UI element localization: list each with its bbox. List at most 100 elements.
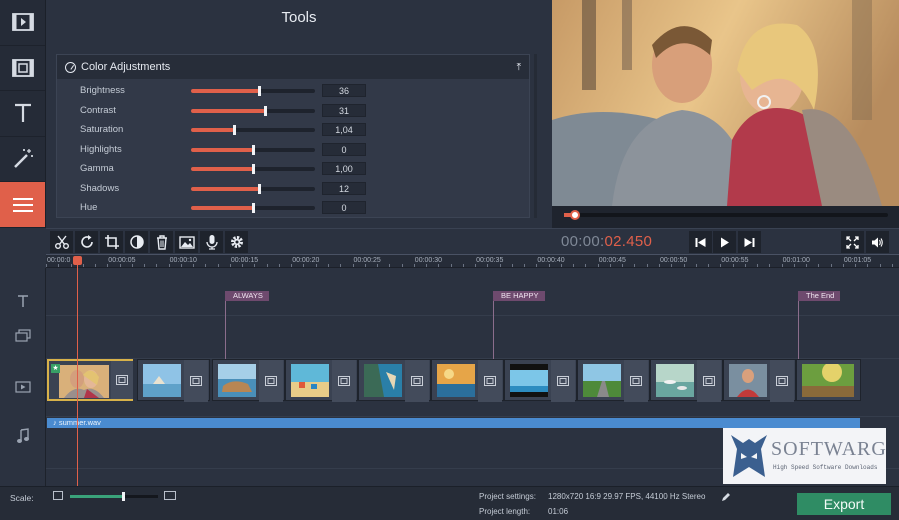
- scale-handle[interactable]: [121, 492, 125, 501]
- menu-icon: [12, 197, 33, 212]
- next-button[interactable]: [738, 231, 761, 253]
- fullscreen-icon: [846, 235, 859, 249]
- adjustment-row: Hue 0: [57, 198, 529, 218]
- image-icon: [178, 236, 195, 249]
- color-adjust-button[interactable]: [125, 231, 148, 253]
- adjustment-label: Saturation: [80, 124, 124, 136]
- slider-handle[interactable]: [252, 203, 255, 213]
- slider-handle[interactable]: [252, 164, 255, 174]
- video-clip-7[interactable]: [504, 359, 577, 402]
- adjustment-value-field[interactable]: 1,04: [322, 123, 366, 136]
- left-toolbar: [0, 0, 46, 228]
- track-labels: [0, 268, 46, 486]
- video-clip-1[interactable]: ★: [47, 359, 133, 401]
- video-clip-6[interactable]: [431, 359, 504, 402]
- fullscreen-button[interactable]: [841, 231, 864, 253]
- player-controls: 00:00:02.450: [552, 228, 899, 254]
- video-clip-11[interactable]: [796, 359, 861, 401]
- slider-handle[interactable]: [233, 125, 237, 135]
- adjustment-value-field[interactable]: 1,00: [322, 162, 366, 175]
- adjustment-value-field[interactable]: 0: [322, 201, 366, 214]
- adjustment-slider[interactable]: [191, 86, 315, 96]
- volume-button[interactable]: [866, 231, 889, 253]
- tools-scrollbar[interactable]: [534, 54, 537, 218]
- export-button[interactable]: Export: [797, 493, 891, 515]
- video-clip-2[interactable]: [137, 359, 210, 402]
- cut-button[interactable]: [50, 231, 73, 253]
- ruler-tick-label: 00:00:0: [47, 257, 71, 264]
- slider-handle[interactable]: [252, 144, 255, 155]
- title-marker-the-end[interactable]: The End: [798, 291, 841, 301]
- filters-button[interactable]: [0, 137, 45, 183]
- scissors-icon: [54, 235, 69, 249]
- tools-panel: Tools Color Adjustments ⤒ Brightness 36 Co…: [46, 0, 552, 228]
- scale-slider[interactable]: [70, 492, 158, 501]
- transition-icon: [265, 376, 277, 386]
- adjustment-slider[interactable]: [191, 203, 315, 213]
- ruler-tick-label: 00:01:00: [782, 257, 810, 264]
- project-length-value: 01:06: [548, 507, 569, 516]
- ruler-tick-label: 00:00:35: [476, 257, 504, 264]
- record-voice-button[interactable]: [200, 231, 223, 253]
- audio-clip[interactable]: ♪ summer.wav: [47, 418, 860, 428]
- video-clip-3[interactable]: [212, 359, 285, 402]
- adjustment-value-field[interactable]: 36: [322, 84, 366, 97]
- adjustment-value-field[interactable]: 31: [322, 103, 366, 117]
- slider-handle[interactable]: [258, 183, 262, 194]
- ruler-tick-label: 00:00:20: [292, 257, 320, 264]
- rotate-button[interactable]: [75, 231, 98, 253]
- adjustment-value-field[interactable]: 0: [322, 142, 366, 156]
- project-length-label: Project length:: [479, 507, 531, 516]
- adjustment-slider[interactable]: [191, 183, 315, 194]
- adjustment-value-field[interactable]: 12: [322, 181, 366, 195]
- transitions-button[interactable]: [0, 46, 45, 92]
- seek-handle[interactable]: [570, 210, 580, 220]
- scale-label: Scale:: [10, 493, 34, 503]
- skip-back-icon: [695, 237, 706, 247]
- trash-icon: [156, 235, 167, 250]
- timecode-frames: 02.450: [604, 233, 653, 250]
- crop-button[interactable]: [100, 231, 123, 253]
- pencil-icon[interactable]: [721, 492, 731, 502]
- video-preview: [552, 0, 899, 206]
- adjustment-slider[interactable]: [191, 164, 315, 174]
- title-marker-be-happy[interactable]: BE HAPPY: [493, 291, 545, 301]
- delete-button[interactable]: [150, 231, 173, 253]
- import-media-button[interactable]: [0, 0, 45, 46]
- slider-handle[interactable]: [258, 86, 262, 96]
- playhead[interactable]: [77, 258, 78, 486]
- zoom-in-icon[interactable]: [164, 491, 176, 500]
- adjustment-slider[interactable]: [191, 125, 315, 135]
- play-icon: [721, 237, 729, 247]
- video-clip-10[interactable]: [723, 359, 796, 402]
- video-clip-4[interactable]: [285, 359, 358, 402]
- seek-bar[interactable]: [564, 210, 888, 220]
- video-clip-8[interactable]: [577, 359, 650, 402]
- timecode: 00:00:02.450: [561, 233, 652, 250]
- adjustment-slider[interactable]: [191, 144, 315, 155]
- more-tools-button[interactable]: [0, 182, 45, 228]
- timeline-ruler[interactable]: 00:00:0 00:00:05 00:00:10 00:00:15 00:00:20 0…: [46, 254, 899, 268]
- preview-image: [552, 0, 899, 206]
- previous-button[interactable]: [689, 231, 712, 253]
- title-marker-always[interactable]: ALWAYS: [225, 291, 269, 301]
- playhead-handle[interactable]: [73, 256, 82, 265]
- titles-button[interactable]: [0, 91, 45, 137]
- zoom-out-icon[interactable]: [53, 491, 63, 500]
- transition-slot[interactable]: [111, 361, 133, 399]
- video-clip-9[interactable]: [650, 359, 723, 402]
- insert-image-button[interactable]: [175, 231, 198, 253]
- transition-icon: [776, 376, 788, 386]
- slider-handle[interactable]: [264, 105, 268, 116]
- adjustment-label: Gamma: [80, 163, 114, 175]
- adjustment-row: Saturation 1,04: [57, 120, 529, 140]
- collapse-icon[interactable]: ⤒: [517, 62, 521, 73]
- settings-button[interactable]: [225, 231, 248, 253]
- adjustment-slider[interactable]: [191, 105, 315, 116]
- video-clip-5[interactable]: [358, 359, 431, 402]
- video-editor-window: Tools Color Adjustments ⤒ Brightness 36 Co…: [0, 0, 899, 520]
- play-button[interactable]: [713, 231, 736, 253]
- ruler-tick-label: 00:00:10: [169, 257, 197, 264]
- color-adjustments-header[interactable]: Color Adjustments ⤒: [57, 55, 529, 79]
- ruler-tick-label: 00:00:30: [414, 257, 443, 264]
